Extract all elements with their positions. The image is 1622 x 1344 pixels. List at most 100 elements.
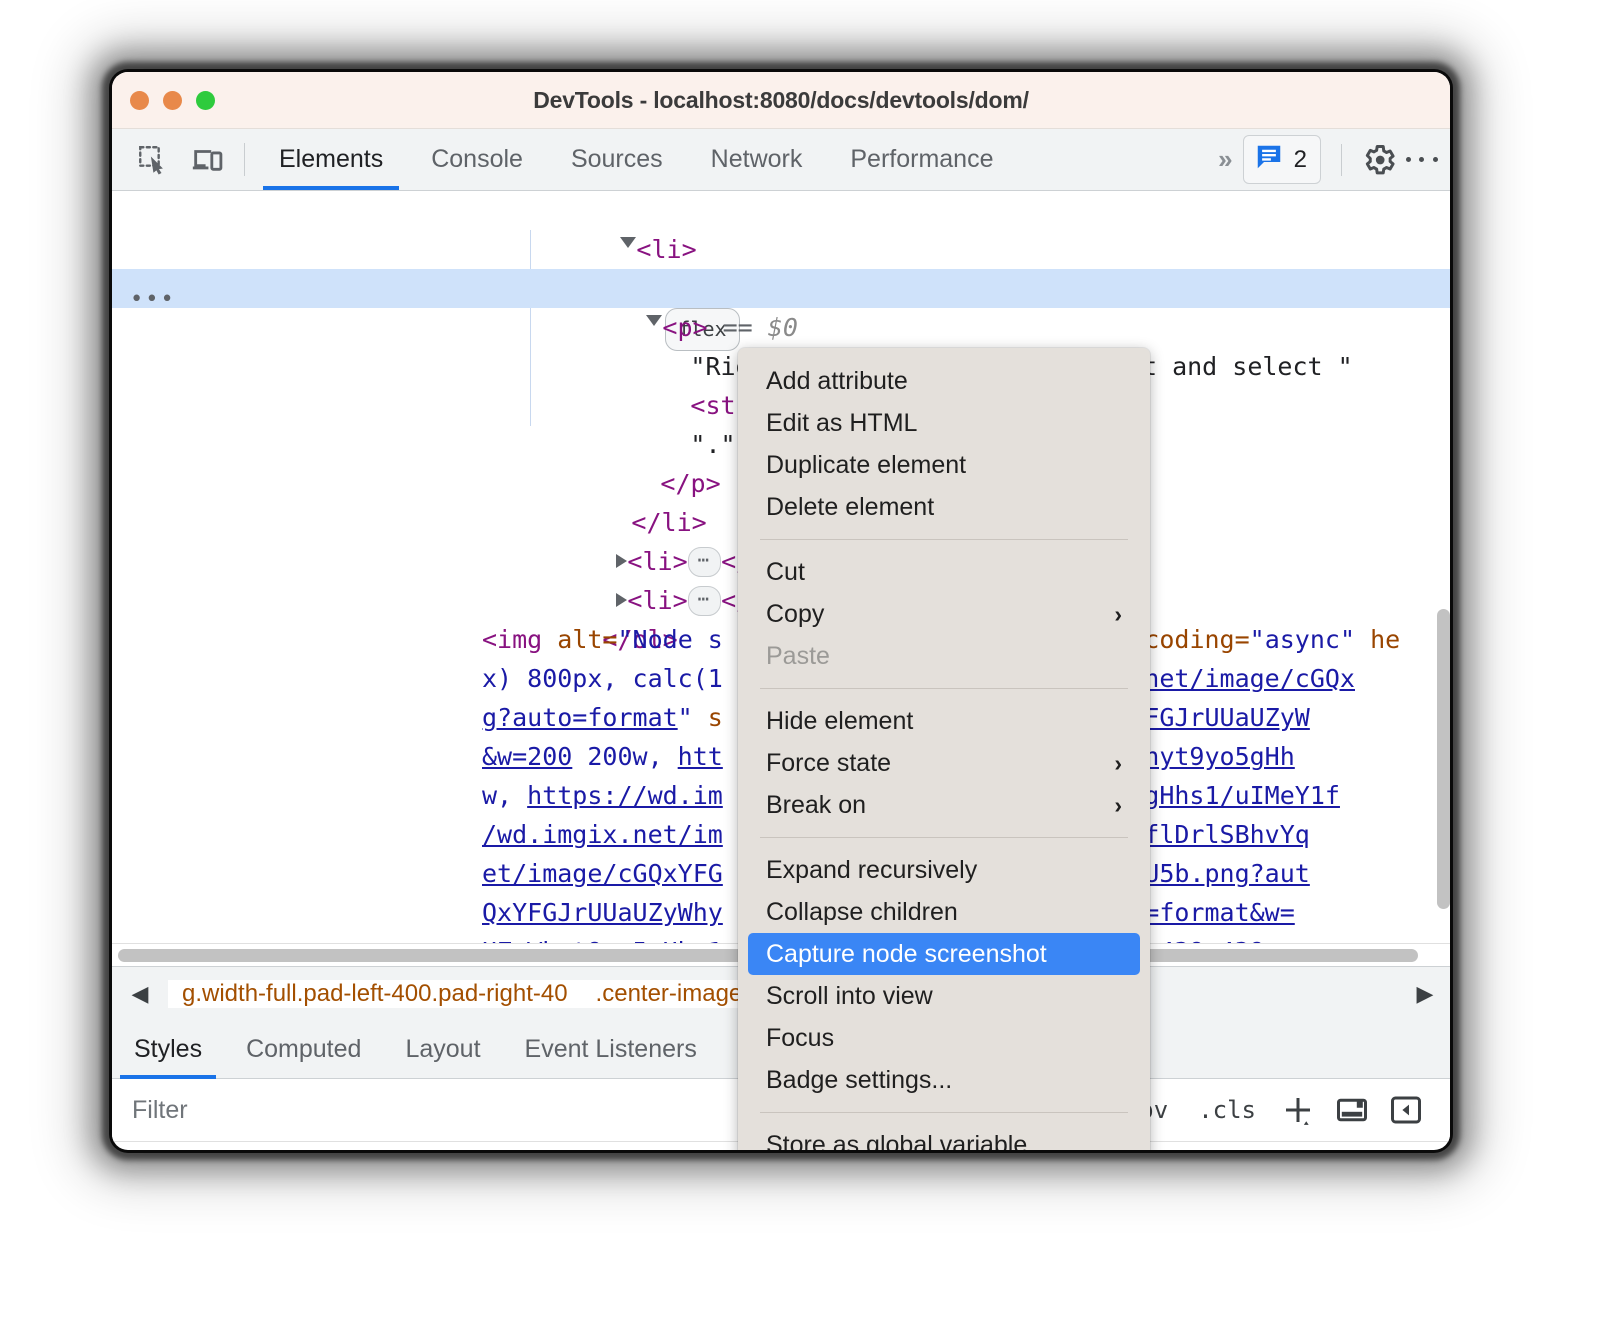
panel-tabs: Elements Console Sources Network Perform… bbox=[255, 129, 1017, 190]
dom-row-before-pseudo[interactable]: ::before flex bbox=[112, 230, 1450, 351]
more-tabs-chevron-icon[interactable]: » bbox=[1204, 144, 1242, 175]
window-title: DevTools - localhost:8080/docs/devtools/… bbox=[533, 86, 1029, 113]
context-menu-item-add-attribute[interactable]: Add attribute bbox=[738, 360, 1150, 402]
tab-layout-label: Layout bbox=[405, 1035, 481, 1063]
chevron-right-icon: › bbox=[1114, 600, 1122, 627]
panel-toggle-icon[interactable] bbox=[1380, 1092, 1432, 1128]
dom-img-segment-4-1[interactable]: https://wd.im bbox=[527, 781, 723, 810]
devtools-window: DevTools - localhost:8080/docs/devtools/… bbox=[112, 72, 1450, 1150]
dom-img-segment-2-2: s bbox=[707, 703, 723, 732]
dom-img-segment-0-7: he bbox=[1355, 625, 1401, 654]
breadcrumb-scroll-left-icon[interactable]: ◀ bbox=[112, 981, 168, 1007]
issues-message-icon bbox=[1254, 142, 1284, 177]
tab-performance[interactable]: Performance bbox=[826, 129, 1017, 190]
context-menu-item-label: Store as global variable bbox=[766, 1130, 1028, 1151]
dom-img-segment-0-1: alt= bbox=[557, 625, 618, 654]
dom-img-segment-7-0[interactable]: QxYFGJrUUaUZyWhy bbox=[482, 898, 723, 927]
context-menu-item-label: Collapse children bbox=[766, 897, 958, 926]
context-menu-item-label: Copy bbox=[766, 599, 825, 628]
context-menu-item-focus[interactable]: Focus bbox=[738, 1017, 1150, 1059]
tab-styles-label: Styles bbox=[134, 1035, 203, 1063]
tab-computed[interactable]: Computed bbox=[224, 1021, 383, 1078]
context-menu-separator bbox=[760, 1112, 1128, 1113]
context-menu-item-break-on[interactable]: Break on › bbox=[738, 784, 1150, 826]
context-menu-item-label: Add attribute bbox=[766, 366, 908, 395]
dom-img-segment-0-2: "Node s bbox=[617, 625, 723, 654]
chevron-right-icon: › bbox=[1114, 791, 1122, 818]
context-menu-item-force-state[interactable]: Force state › bbox=[738, 742, 1150, 784]
context-menu-item-copy[interactable]: Copy › bbox=[738, 593, 1150, 635]
tab-event-listeners[interactable]: Event Listeners bbox=[503, 1021, 719, 1078]
kebab-dot-1 bbox=[1406, 157, 1412, 162]
dom-img-segment-2-0[interactable]: g?auto=format bbox=[482, 703, 678, 732]
context-menu-item-label: Capture node screenshot bbox=[766, 939, 1047, 968]
context-menu-item-badge-settings[interactable]: Badge settings... bbox=[738, 1059, 1150, 1101]
tab-event-listeners-label: Event Listeners bbox=[524, 1035, 697, 1063]
dom-img-segment-3-1: 200w, bbox=[572, 742, 678, 771]
context-menu-item-paste: Paste bbox=[738, 635, 1150, 677]
tab-elements-label: Elements bbox=[279, 145, 384, 173]
breadcrumb-item-0[interactable]: g.width-full.pad-left-400.pad-right-40 bbox=[168, 980, 582, 1008]
kebab-dot-2 bbox=[1419, 157, 1425, 162]
context-menu-separator bbox=[760, 837, 1128, 838]
inspect-element-icon[interactable] bbox=[126, 129, 180, 190]
issues-counter-button[interactable]: 2 bbox=[1242, 135, 1321, 184]
dom-img-segment-4-0: w, bbox=[482, 781, 528, 810]
dom-tree-vertical-scrollbar[interactable] bbox=[1437, 609, 1450, 909]
dom-img-segment-3-0[interactable]: &w=200 bbox=[482, 742, 572, 771]
plus-icon[interactable] bbox=[1272, 1092, 1324, 1128]
toggle-element-classes-button[interactable]: .cls bbox=[1184, 1096, 1270, 1124]
tab-console-label: Console bbox=[431, 145, 523, 173]
dom-img-segment-2-1: " bbox=[677, 703, 708, 732]
toolbar-divider-2 bbox=[1341, 143, 1342, 176]
tab-styles[interactable]: Styles bbox=[112, 1021, 224, 1079]
context-menu-item-delete-element[interactable]: Delete element bbox=[738, 486, 1150, 528]
context-menu-item-cut[interactable]: Cut bbox=[738, 551, 1150, 593]
context-menu-item-expand-recursively[interactable]: Expand recursively bbox=[738, 849, 1150, 891]
context-menu-item-hide-element[interactable]: Hide element bbox=[738, 700, 1150, 742]
context-menu-separator bbox=[760, 688, 1128, 689]
kebab-menu-icon[interactable] bbox=[1402, 154, 1442, 165]
context-menu-item-capture-node-screenshot[interactable]: Capture node screenshot bbox=[748, 933, 1140, 975]
tab-network-label: Network bbox=[710, 145, 803, 173]
tab-elements[interactable]: Elements bbox=[255, 129, 407, 190]
chevron-right-icon: › bbox=[1114, 749, 1122, 776]
dom-row-p-selected[interactable]: ••• <p> == $0 bbox=[112, 269, 1450, 342]
toolbar-right-actions: » 2 bbox=[1204, 129, 1450, 190]
context-menu-item-label: Expand recursively bbox=[766, 855, 978, 884]
dom-img-segment-6-0[interactable]: et/image/cGQxYFG bbox=[482, 859, 723, 888]
issues-count: 2 bbox=[1293, 145, 1307, 173]
dom-row-li-open[interactable]: <li> bbox=[112, 191, 1450, 264]
screenshot-root: DevTools - localhost:8080/docs/devtools/… bbox=[0, 0, 1622, 1344]
tab-network[interactable]: Network bbox=[687, 129, 827, 190]
context-menu-separator bbox=[760, 539, 1128, 540]
dom-img-segment-5-0[interactable]: /wd.imgix.net/im bbox=[482, 820, 723, 849]
tab-computed-label: Computed bbox=[246, 1035, 362, 1063]
context-menu-item-label: Delete element bbox=[766, 492, 935, 521]
dom-img-segment-0-6: "async" bbox=[1249, 625, 1356, 654]
context-menu-item-collapse-children[interactable]: Collapse children bbox=[738, 891, 1150, 933]
context-menu-item-scroll-into-view[interactable]: Scroll into view bbox=[738, 975, 1150, 1017]
device-toolbar-icon[interactable] bbox=[180, 129, 234, 190]
element-classes-icon[interactable] bbox=[1326, 1092, 1378, 1128]
tab-console[interactable]: Console bbox=[407, 129, 547, 190]
context-menu-item-edit-as-html[interactable]: Edit as HTML bbox=[738, 402, 1150, 444]
toolbar-divider bbox=[244, 143, 245, 176]
dom-img-segment-0-0: <img bbox=[482, 625, 558, 654]
dom-img-segment-1-0: x) 800px, calc(1 bbox=[482, 664, 723, 693]
context-menu-item-label: Edit as HTML bbox=[766, 408, 918, 437]
devtools-toolbar: Elements Console Sources Network Perform… bbox=[112, 129, 1450, 191]
dom-img-segment-3-2[interactable]: htt bbox=[678, 742, 723, 771]
breadcrumb-scroll-right-icon[interactable]: ▶ bbox=[1400, 981, 1450, 1007]
kebab-dot-3 bbox=[1432, 157, 1438, 162]
context-menu-item-label: Cut bbox=[766, 557, 805, 586]
context-menu-item-label: Duplicate element bbox=[766, 450, 967, 479]
gear-icon[interactable] bbox=[1356, 142, 1402, 178]
context-menu-item-store-as-global-variable[interactable]: Store as global variable bbox=[738, 1124, 1150, 1151]
dom-row-text-right-click[interactable]: "Right-click the following text and sele… bbox=[112, 308, 1450, 381]
tab-sources[interactable]: Sources bbox=[547, 129, 687, 190]
context-menu-item-label: Scroll into view bbox=[766, 981, 933, 1010]
context-menu-item-label: Badge settings... bbox=[766, 1065, 953, 1094]
tab-layout[interactable]: Layout bbox=[383, 1021, 502, 1078]
context-menu-item-duplicate-element[interactable]: Duplicate element bbox=[738, 444, 1150, 486]
